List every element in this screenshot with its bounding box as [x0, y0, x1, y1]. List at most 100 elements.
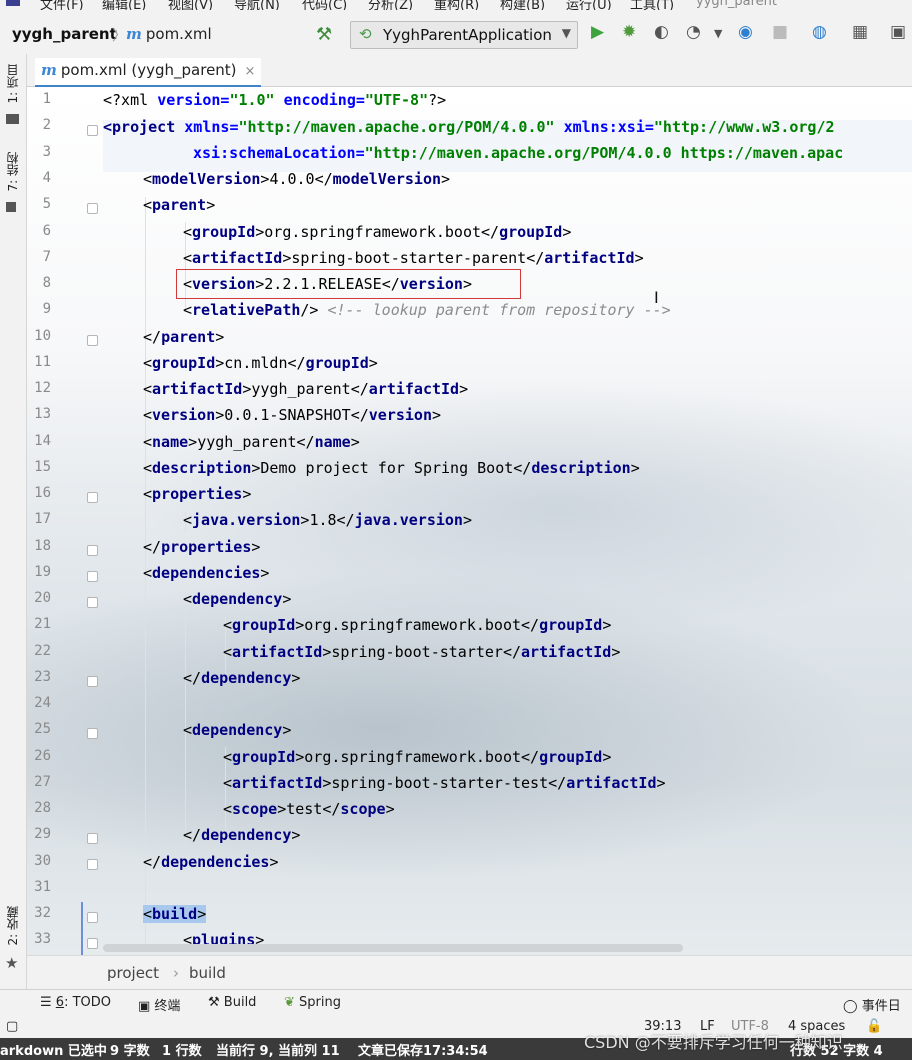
menu-tools[interactable]: 工具(T) [630, 0, 674, 10]
line-number: 19 [34, 564, 51, 580]
close-icon[interactable]: × [245, 64, 256, 79]
breadcrumb-file[interactable]: m pom.xml [126, 25, 212, 43]
code-line-9: <relativePath/> <!-- lookup parent from … [183, 301, 671, 319]
line-number: 26 [34, 748, 51, 764]
window-title: yygh_parent [696, 0, 777, 9]
spring-config-icon: ⟲ [359, 25, 372, 43]
line-number: 24 [34, 695, 51, 711]
lock-icon[interactable]: 🔓 [866, 1019, 882, 1034]
fold-marker[interactable] [87, 203, 98, 214]
line-number: 10 [34, 328, 51, 344]
line-number: 14 [34, 433, 51, 449]
line-number: 8 [42, 275, 51, 291]
profiler-dropdown-icon[interactable]: ▼ [714, 27, 722, 40]
code-line-32: <build> [143, 905, 207, 923]
run-configuration-selector[interactable]: ⟲ YyghParentApplication ▼ [350, 21, 578, 49]
fold-marker[interactable] [87, 545, 98, 556]
code-line-16: <properties> [143, 485, 252, 503]
horizontal-scrollbar[interactable] [103, 944, 683, 952]
line-number: 21 [34, 616, 51, 632]
line-number: 25 [34, 721, 51, 737]
breadcrumb-separator: › [173, 964, 179, 982]
tab-pom-xml[interactable]: m pom.xml (yygh_parent) × [35, 58, 262, 88]
code-editor[interactable]: 1 2 3 4 5 6 7 8 9 10 11 12 13 14 15 16 1… [27, 87, 912, 955]
fold-marker[interactable] [87, 728, 98, 739]
breadcrumb-separator: 〉 [112, 26, 128, 44]
tab-label: pom.xml (yygh_parent) [60, 61, 237, 79]
project-tool-button[interactable]: 1: 项目 [4, 64, 21, 104]
menu-edit[interactable]: 编辑(E) [102, 0, 146, 10]
line-number: 4 [42, 170, 51, 186]
breadcrumb-project[interactable]: yygh_parent [12, 25, 117, 43]
menu-code[interactable]: 代码(C) [302, 0, 347, 10]
coverage-icon[interactable]: ◐ [654, 22, 669, 42]
menu-run[interactable]: 运行(U) [566, 0, 612, 10]
maven-file-icon: m [41, 61, 57, 79]
line-number: 30 [34, 853, 51, 869]
project-structure-icon[interactable]: ▦ [852, 22, 868, 42]
terminal-icon: ▣ [138, 999, 155, 1014]
code-line-28: <scope>test</scope> [223, 800, 395, 818]
build-hammer-icon[interactable]: ⚒ [316, 24, 332, 45]
line-number: 3 [42, 144, 51, 160]
line-number: 6 [42, 223, 51, 239]
update-running-icon[interactable]: ◉ [738, 22, 753, 42]
fold-marker[interactable] [87, 938, 98, 949]
code-line-30: </dependencies> [143, 853, 279, 871]
fold-marker[interactable] [87, 912, 98, 923]
fold-marker[interactable] [87, 571, 98, 582]
fold-marker[interactable] [87, 597, 98, 608]
run-icon[interactable]: ▶ [591, 22, 604, 42]
breadcrumb-file-label: pom.xml [145, 25, 212, 43]
line-number: 29 [34, 826, 51, 842]
profiler-icon[interactable]: ◔ [686, 22, 701, 42]
fold-marker[interactable] [87, 676, 98, 687]
line-number: 32 [34, 905, 51, 921]
fold-marker[interactable] [87, 859, 98, 870]
line-number: 28 [34, 800, 51, 816]
line-number-gutter: 1 2 3 4 5 6 7 8 9 10 11 12 13 14 15 16 1… [27, 87, 75, 955]
line-number: 17 [34, 511, 51, 527]
terminal-tool-button[interactable]: ▣ 终端 [138, 995, 180, 1014]
debug-icon[interactable]: ✹ [622, 22, 636, 42]
editor-breadcrumb: project › build [27, 955, 912, 990]
menu-view[interactable]: 视图(V) [168, 0, 213, 10]
code-line-7: <artifactId>spring-boot-starter-parent</… [183, 249, 644, 267]
fold-marker[interactable] [87, 335, 98, 346]
code-line-11: <groupId>cn.mldn</groupId> [143, 354, 378, 372]
stop-icon[interactable]: ■ [772, 22, 788, 42]
line-number: 12 [34, 380, 51, 396]
breadcrumb-build-node[interactable]: build [189, 964, 226, 982]
code-line-10: </parent> [143, 328, 225, 346]
app-logo-icon [6, 0, 20, 6]
fold-marker[interactable] [87, 125, 98, 136]
favorites-tool-button[interactable]: 2: 收藏 [4, 906, 21, 946]
spring-tool-button[interactable]: ❦ Spring [284, 995, 341, 1010]
line-number: 7 [42, 249, 51, 265]
line-number: 27 [34, 774, 51, 790]
maven-file-icon: m [126, 25, 142, 43]
line-number: 20 [34, 590, 51, 606]
structure-tool-button[interactable]: 7: 结构 [4, 152, 21, 192]
search-everywhere-icon[interactable]: ◍ [812, 22, 827, 42]
fold-marker[interactable] [87, 833, 98, 844]
breadcrumb-project-node[interactable]: project [107, 964, 159, 982]
menu-refactor[interactable]: 重构(R) [434, 0, 479, 10]
menu-file[interactable]: 文件(F) [40, 0, 84, 10]
menu-bar: 文件(F) 编辑(E) 视图(V) 导航(N) 代码(C) 分析(Z) 重构(R… [0, 0, 912, 10]
hammer-icon: ⚒ [208, 995, 224, 1010]
line-number: 23 [34, 669, 51, 685]
code-line-25: <dependency> [183, 721, 292, 739]
menu-build[interactable]: 构建(B) [500, 0, 545, 10]
layout-icon[interactable]: ▢ [6, 1019, 18, 1034]
change-marker [81, 902, 83, 955]
todo-tool-button[interactable]: ☰ 6: TODO [40, 995, 111, 1010]
menu-analyze[interactable]: 分析(Z) [368, 0, 413, 10]
line-number: 5 [42, 196, 51, 212]
fold-marker[interactable] [87, 492, 98, 503]
line-number: 13 [34, 406, 51, 422]
build-tool-button[interactable]: ⚒ Build [208, 995, 256, 1010]
menu-navigate[interactable]: 导航(N) [234, 0, 280, 10]
terminal-icon[interactable]: ▣ [890, 22, 906, 42]
markdown-save-status: 文章已保存17:34:54 [358, 1044, 488, 1059]
